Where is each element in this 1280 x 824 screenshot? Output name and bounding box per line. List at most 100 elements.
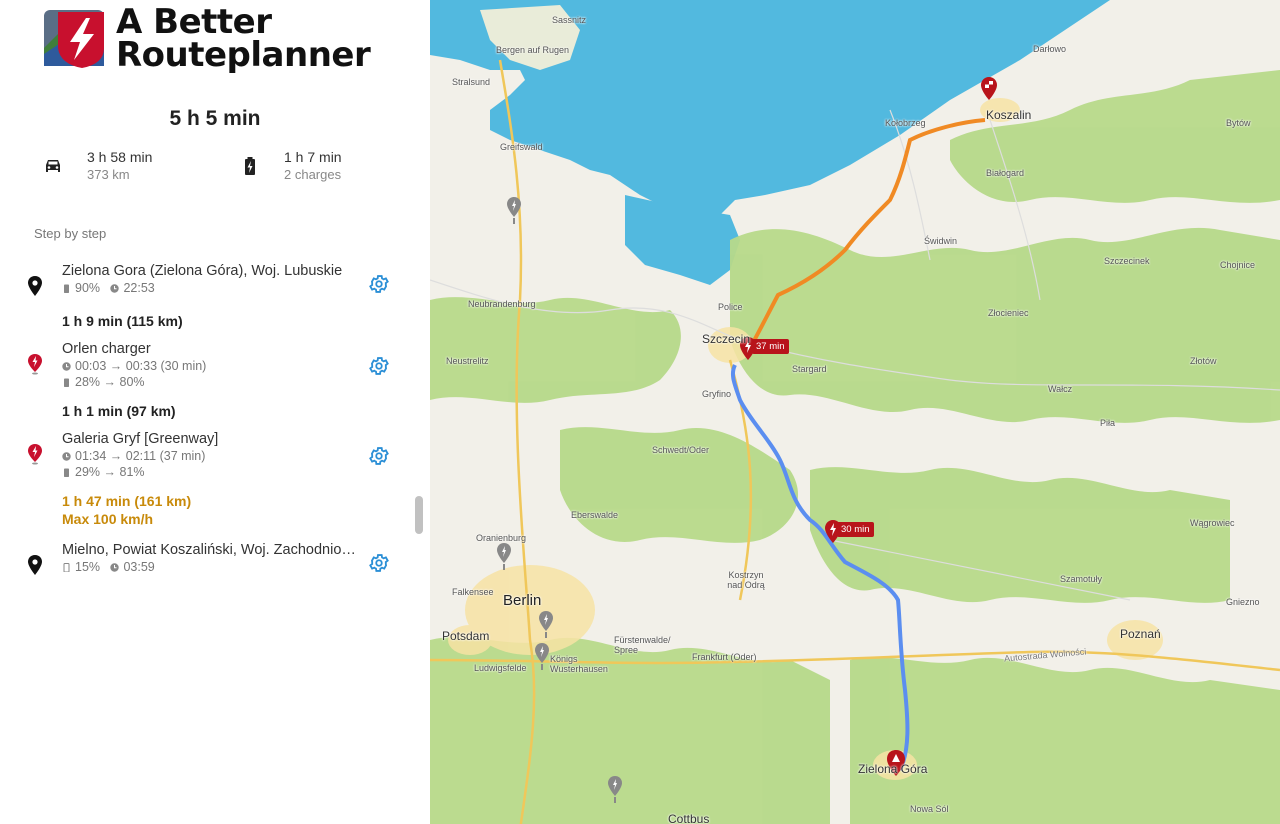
place-label: Cottbus [668, 812, 710, 824]
charge-time: 1 h 7 min [284, 149, 342, 165]
battery-charging-icon [245, 157, 255, 175]
step-arrive: 00:03 [75, 359, 107, 373]
arrow: → [109, 449, 123, 463]
battery-icon [63, 563, 70, 572]
charger-poi-icon[interactable] [538, 610, 554, 640]
map[interactable]: 37 min 30 min Sassnitz Bergen auf Rugen … [430, 0, 1280, 824]
step-charger-2[interactable]: Galeria Gryf [Greenway] 01:34 → 02:11 (3… [0, 431, 410, 481]
arrow: → [103, 465, 117, 479]
charge-duration-badge: 30 min [837, 522, 874, 537]
destination-marker-icon[interactable] [979, 76, 999, 104]
step-title: Orlen charger [62, 341, 151, 357]
place-label: Szczecinek [1104, 256, 1150, 266]
battery-icon [64, 284, 69, 293]
step-depart: 00:33 (30 min) [125, 359, 207, 373]
settings-gear-icon[interactable] [368, 355, 390, 377]
place-label: Potsdam [442, 629, 490, 643]
drive-time: 3 h 58 min [87, 149, 153, 165]
step-destination[interactable]: Mielno, Powiat Koszaliński, Woj. Zachodn… [0, 542, 410, 582]
arrow: → [103, 375, 117, 389]
place-label: Kołobrzeg [885, 118, 926, 128]
step-time-range: 00:03 → 00:33 (30 min) [62, 359, 206, 373]
total-time: 5 h 5 min [169, 107, 261, 130]
place-label: Wągrowiec [1190, 518, 1235, 528]
brand-line-2: Routeplanner [116, 35, 371, 75]
step-title: Mielno, Powiat Koszaliński, Woj. Zachodn… [62, 542, 358, 558]
place-label: Szamotuły [1060, 574, 1103, 584]
place-label: Nowa Sól [910, 804, 949, 814]
brand-logo-icon [44, 10, 104, 68]
step-soc-range: 29% → 81% [62, 465, 145, 479]
charge-duration-badge: 37 min [752, 339, 789, 354]
place-label: Gniezno [1226, 597, 1260, 607]
place-label: Fürstenwalde/ Spree [614, 635, 671, 655]
charger-poi-icon[interactable] [607, 775, 623, 805]
place-label: Koszalin [986, 108, 1032, 122]
charge-count: 2 charges [284, 167, 342, 182]
place-label: Königs Wusterhausen [550, 654, 608, 674]
place-label: Oranienburg [476, 533, 527, 543]
leg-3-speed-limit: Max 100 km/h [62, 511, 154, 527]
step-depart: 02:11 (37 min) [125, 449, 206, 463]
place-label: Ludwigsfelde [474, 663, 527, 673]
place-label: Gryfino [702, 389, 732, 399]
leg-1: 1 h 9 min (115 km) [62, 313, 183, 329]
car-icon [46, 160, 60, 172]
step-charger-1[interactable]: Orlen charger 00:03 → 00:33 (30 min) 28%… [0, 341, 410, 391]
step-time-range: 01:34 → 02:11 (37 min) [62, 449, 205, 463]
step-title: Zielona Gora (Zielona Góra), Woj. Lubusk… [62, 263, 343, 279]
soc-to: 80% [119, 375, 145, 389]
brand-name: A Better Routeplanner [116, 5, 371, 75]
settings-gear-icon[interactable] [368, 273, 390, 295]
clock-icon [110, 563, 120, 572]
place-label: Police [718, 302, 743, 312]
step-time: 22:53 [123, 281, 155, 295]
charger-poi-icon[interactable] [534, 642, 550, 672]
location-pin-icon [28, 276, 42, 296]
step-start[interactable]: Zielona Gora (Zielona Góra), Woj. Lubusk… [0, 263, 410, 303]
place-label: Stargard [792, 364, 827, 374]
clock-icon [110, 284, 120, 293]
place-label: Greifswald [500, 142, 543, 152]
charger-poi-icon[interactable] [506, 196, 522, 226]
sidebar-scrollbar[interactable] [415, 496, 423, 534]
place-label: Poznań [1120, 627, 1161, 641]
soc-to: 81% [119, 465, 145, 479]
step-time: 03:59 [123, 560, 155, 574]
place-label: Bergen auf Rugen [496, 45, 570, 55]
step-soc-range: 28% → 80% [62, 375, 145, 389]
battery-icon [64, 378, 69, 387]
place-label: Darłowo [1033, 44, 1067, 54]
step-by-step-heading: Step by step [34, 226, 107, 241]
place-label: Sassnitz [552, 15, 587, 25]
place-label: Stralsund [452, 77, 491, 87]
charger-poi-icon[interactable] [496, 542, 512, 572]
place-label: Neubrandenburg [468, 299, 536, 309]
settings-gear-icon[interactable] [368, 552, 390, 574]
place-label: Wałcz [1048, 384, 1073, 394]
step-title: Galeria Gryf [Greenway] [62, 431, 219, 447]
settings-gear-icon[interactable] [368, 445, 390, 467]
place-label: Białogard [986, 168, 1025, 178]
place-label: Kostrzyn nad Odrą [727, 570, 765, 590]
place-label: Złocieniec [988, 308, 1029, 318]
place-label: Bytów [1226, 118, 1251, 128]
arrow: → [109, 359, 123, 373]
leg-3: 1 h 47 min (161 km) [62, 493, 192, 509]
place-label: Falkensee [452, 587, 494, 597]
step-arrive: 01:34 [75, 449, 107, 463]
soc-from: 29% [75, 465, 101, 479]
step-meta: 90% 22:53 [62, 281, 155, 295]
charger-pin-icon [28, 354, 42, 375]
place-label: Zielona Góra [858, 762, 928, 776]
step-soc: 90% [75, 281, 101, 295]
place-label: Piła [1100, 418, 1116, 428]
map-canvas [430, 0, 1280, 824]
clock-icon [62, 452, 71, 461]
place-label: Chojnice [1220, 260, 1256, 270]
step-soc: 15% [75, 560, 101, 574]
place-label: Schwedt/Oder [652, 445, 710, 455]
leg-2: 1 h 1 min (97 km) [62, 403, 176, 419]
forests [430, 70, 1280, 824]
charger-pin-icon [28, 444, 42, 465]
